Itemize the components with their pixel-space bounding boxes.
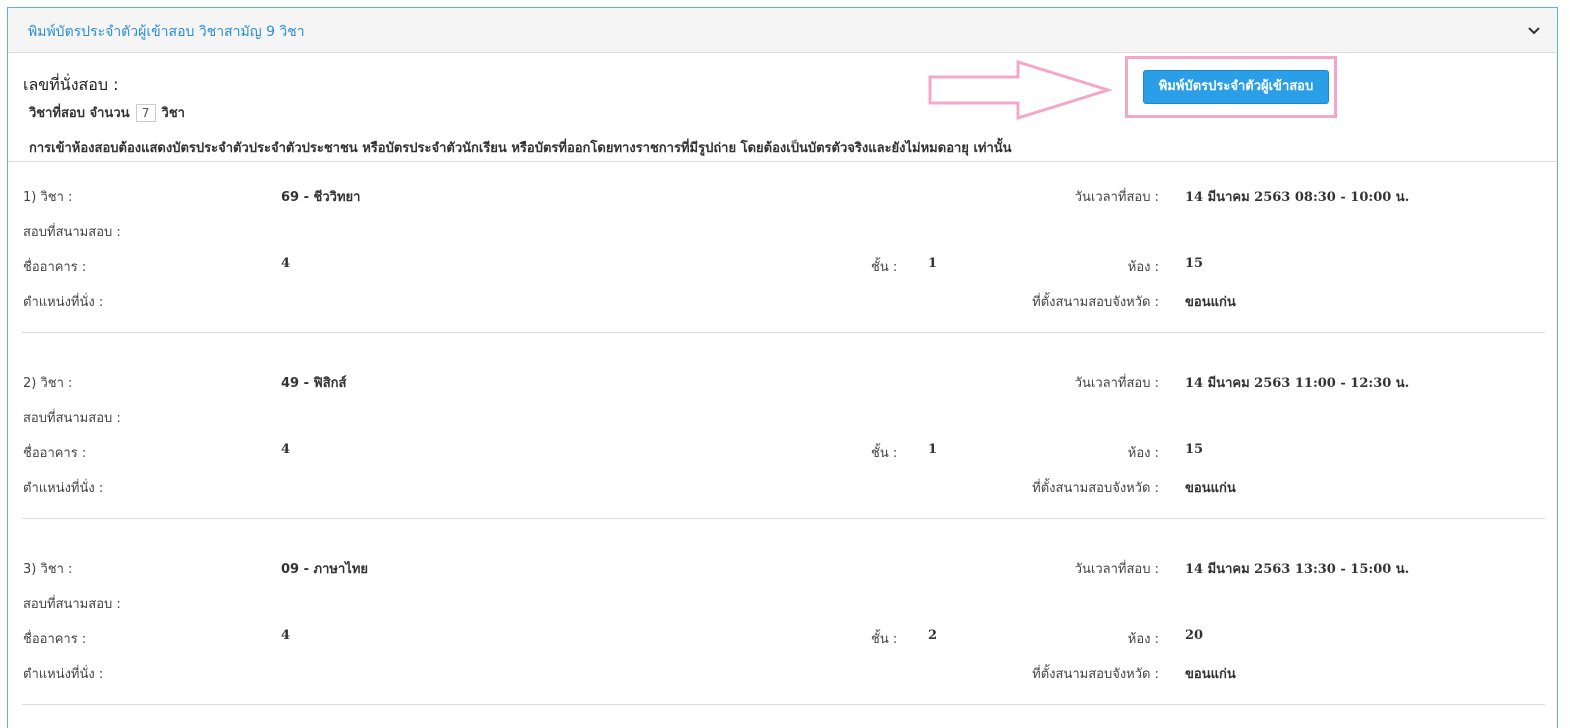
room-value: 15 [1185, 256, 1204, 271]
seat-position-label: ตำแหน่งที่นั่ง : [23, 295, 104, 310]
datetime-value: 14 มีนาคม 2563 11:00 - 12:30 น. [1185, 376, 1410, 391]
province-value: ขอนแก่น [1185, 481, 1236, 496]
subject-count-prefix: วิชาที่สอบ จำนวน [29, 106, 130, 121]
building-value: 4 [281, 256, 291, 271]
panel-title[interactable]: พิมพ์บัตรประจำตัวผู้เข้าสอบ วิชาสามัญ 9 … [28, 21, 305, 43]
id-requirement-notice: การเข้าห้องสอบต้องแสดงบัตรประจำตัวประจำต… [29, 141, 1012, 156]
datetime-value: 14 มีนาคม 2563 13:30 - 15:00 น. [1185, 562, 1410, 577]
subject-count-line: วิชาที่สอบ จำนวน 7 วิชา [29, 102, 185, 123]
venue-label: สอบที่สนามสอบ : [23, 411, 121, 426]
subject-divider [22, 704, 1545, 705]
subject-item: 1) วิชา : 69 - ชีววิทยา วันเวลาที่สอบ : … [8, 161, 1557, 347]
floor-value: 1 [928, 256, 938, 271]
venue-label: สอบที่สนามสอบ : [23, 225, 121, 240]
subject-name: 09 - ภาษาไทย [281, 562, 369, 577]
venue-label: สอบที่สนามสอบ : [23, 597, 121, 612]
subject-item: 3) วิชา : 09 - ภาษาไทย วันเวลาที่สอบ : 1… [8, 533, 1557, 719]
floor-value: 1 [928, 442, 938, 457]
room-value: 15 [1185, 442, 1204, 457]
exam-info-area: เลขที่นั่งสอบ : วิชาที่สอบ จำนวน 7 วิชา กา… [8, 53, 1557, 162]
room-value: 20 [1185, 628, 1204, 643]
building-label: ชื่ออาคาร : [23, 632, 87, 647]
building-value: 4 [281, 442, 291, 457]
province-label: ที่ตั้งสนามสอบจังหวัด : [1032, 667, 1159, 682]
subject-heading: 2) วิชา : [23, 376, 73, 391]
subject-count-value: 7 [135, 104, 156, 122]
datetime-label: วันเวลาที่สอบ : [1074, 376, 1159, 391]
province-label: ที่ตั้งสนามสอบจังหวัด : [1032, 481, 1159, 496]
exam-card-panel: พิมพ์บัตรประจำตัวผู้เข้าสอบ วิชาสามัญ 9 … [7, 7, 1558, 728]
floor-label: ชั้น : [871, 632, 898, 647]
floor-label: ชั้น : [871, 446, 898, 461]
datetime-label: วันเวลาที่สอบ : [1074, 562, 1159, 577]
datetime-label: วันเวลาที่สอบ : [1074, 190, 1159, 205]
room-label: ห้อง : [1127, 632, 1159, 647]
province-value: ขอนแก่น [1185, 667, 1236, 682]
seat-position-label: ตำแหน่งที่นั่ง : [23, 667, 104, 682]
subject-heading: 3) วิชา : [23, 562, 73, 577]
subject-name: 69 - ชีววิทยา [281, 190, 361, 205]
building-value: 4 [281, 628, 291, 643]
subject-heading: 1) วิชา : [23, 190, 73, 205]
seat-number-label: เลขที่นั่งสอบ : [23, 75, 119, 94]
province-value: ขอนแก่น [1185, 295, 1236, 310]
annotation-arrow-icon [928, 59, 1114, 121]
building-label: ชื่ออาคาร : [23, 260, 87, 275]
subject-name: 49 - ฟิสิกส์ [281, 376, 347, 391]
floor-label: ชั้น : [871, 260, 898, 275]
chevron-down-icon[interactable] [1525, 21, 1543, 39]
print-exam-card-button[interactable]: พิมพ์บัตรประจำตัวผู้เข้าสอบ [1143, 70, 1329, 104]
seat-position-label: ตำแหน่งที่นั่ง : [23, 481, 104, 496]
building-label: ชื่ออาคาร : [23, 446, 87, 461]
subject-count-suffix: วิชา [161, 106, 185, 121]
room-label: ห้อง : [1127, 446, 1159, 461]
province-label: ที่ตั้งสนามสอบจังหวัด : [1032, 295, 1159, 310]
subject-divider [22, 332, 1545, 333]
datetime-value: 14 มีนาคม 2563 08:30 - 10:00 น. [1185, 190, 1410, 205]
panel-heading[interactable]: พิมพ์บัตรประจำตัวผู้เข้าสอบ วิชาสามัญ 9 … [8, 8, 1557, 53]
room-label: ห้อง : [1127, 260, 1159, 275]
floor-value: 2 [928, 628, 938, 643]
subject-item: 2) วิชา : 49 - ฟิสิกส์ วันเวลาที่สอบ : 1… [8, 347, 1557, 533]
subject-divider [22, 518, 1545, 519]
